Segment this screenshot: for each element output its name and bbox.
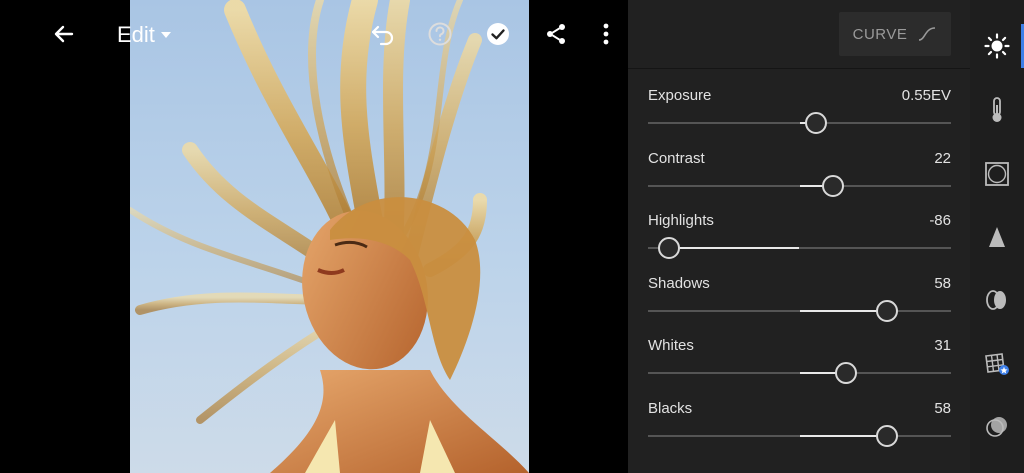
tool-detail[interactable] xyxy=(970,212,1024,262)
profile-grid-icon xyxy=(985,353,1009,375)
slider-track[interactable] xyxy=(648,175,951,197)
slider-fill xyxy=(669,247,800,249)
tool-effects[interactable] xyxy=(970,149,1024,199)
more-options-button[interactable] xyxy=(589,17,623,51)
top-toolbar: Edit xyxy=(0,0,628,70)
slider-exposure: Exposure 0.55EV xyxy=(648,75,951,137)
photo-preview[interactable] xyxy=(130,0,529,473)
share-button[interactable] xyxy=(539,17,573,51)
slider-track[interactable] xyxy=(648,237,951,259)
slider-label: Blacks xyxy=(648,400,693,417)
color-temperature-icon xyxy=(992,97,1002,122)
help-icon xyxy=(428,22,452,46)
slider-label: Contrast xyxy=(648,150,705,167)
curve-button[interactable]: CURVE xyxy=(839,12,951,56)
edit-mode-dropdown[interactable]: Edit xyxy=(117,20,171,50)
tool-strip xyxy=(970,0,1024,473)
slider-thumb[interactable] xyxy=(658,237,681,259)
slider-label: Exposure xyxy=(648,87,712,104)
slider-track[interactable] xyxy=(648,425,951,447)
slider-fill xyxy=(799,435,888,437)
slider-value: 58 xyxy=(934,400,951,417)
slider-label: Shadows xyxy=(648,275,710,292)
slider-fill xyxy=(799,310,888,312)
slider-thumb[interactable] xyxy=(876,425,899,447)
slider-label: Whites xyxy=(648,337,694,354)
curve-label: CURVE xyxy=(852,25,908,43)
photo-illustration xyxy=(130,0,529,473)
slider-whites: Whites 31 xyxy=(648,325,951,387)
back-button[interactable] xyxy=(47,17,81,51)
tool-masking[interactable] xyxy=(970,402,1024,452)
photo-canvas[interactable]: Edit xyxy=(0,0,628,473)
vignette-icon xyxy=(985,162,1009,186)
slider-track[interactable] xyxy=(648,362,951,384)
checkmark-icon xyxy=(487,23,509,45)
share-icon xyxy=(547,24,565,44)
lens-icon xyxy=(986,290,1006,310)
slider-value: -86 xyxy=(929,212,951,229)
more-vertical-icon xyxy=(603,23,609,45)
help-button[interactable] xyxy=(423,17,457,51)
tool-optics[interactable] xyxy=(970,275,1024,325)
slider-contrast: Contrast 22 xyxy=(648,138,951,200)
slider-thumb[interactable] xyxy=(876,300,899,322)
tool-geometry[interactable] xyxy=(970,339,1024,389)
slider-thumb[interactable] xyxy=(835,362,858,384)
slider-value: 22 xyxy=(934,150,951,167)
slider-track[interactable] xyxy=(648,112,951,134)
edit-mode-label: Edit xyxy=(117,22,155,47)
light-adjustment-panel: CURVE Exposure 0.55EV Contrast 22 Highli… xyxy=(628,0,970,473)
panel-header: CURVE xyxy=(628,0,970,69)
mask-icon xyxy=(986,417,1007,437)
sharpen-icon xyxy=(989,227,1005,247)
slider-value: 0.55EV xyxy=(901,87,951,104)
light-icon xyxy=(984,33,1010,59)
slider-highlights: Highlights -86 xyxy=(648,200,951,262)
tool-light[interactable] xyxy=(970,21,1024,71)
confirm-button[interactable] xyxy=(481,17,515,51)
slider-thumb[interactable] xyxy=(805,112,828,134)
slider-track[interactable] xyxy=(648,300,951,322)
tool-color[interactable] xyxy=(970,85,1024,135)
back-arrow-icon xyxy=(54,25,74,43)
curve-icon xyxy=(919,27,936,41)
slider-thumb[interactable] xyxy=(821,175,844,197)
slider-shadows: Shadows 58 xyxy=(648,263,951,325)
slider-blacks: Blacks 58 xyxy=(648,388,951,450)
slider-value: 58 xyxy=(934,275,951,292)
slider-value: 31 xyxy=(934,337,951,354)
undo-icon xyxy=(371,25,394,46)
undo-button[interactable] xyxy=(366,17,400,51)
slider-label: Highlights xyxy=(648,212,714,229)
chevron-down-icon xyxy=(160,32,171,38)
